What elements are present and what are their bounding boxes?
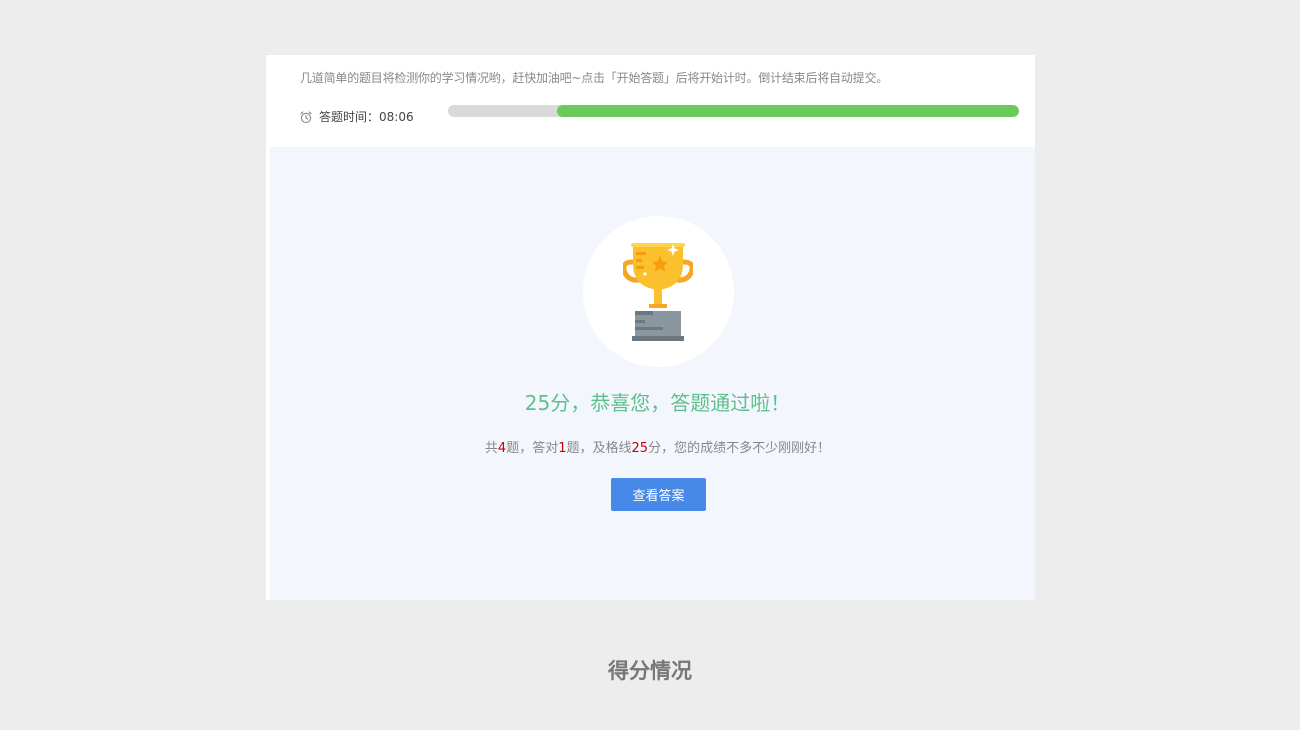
- view-answer-button[interactable]: 查看答案: [611, 478, 706, 511]
- trophy-icon: [623, 243, 693, 341]
- time-progress-bar: [448, 105, 1019, 117]
- detail-text-4: 分，您的成绩不多不少刚刚好！: [648, 441, 831, 456]
- quiz-timer: 答题时间： 08:06: [299, 108, 414, 125]
- timer-label: 答题时间：: [319, 110, 380, 124]
- page-caption: 得分情况: [608, 659, 692, 683]
- detail-text-1: 共: [484, 441, 498, 456]
- result-detail: 共4题，答对1题，及格线25分，您的成绩不多不少刚刚好！: [270, 437, 1045, 456]
- time-progress-fill: [556, 105, 1019, 117]
- result-title: 25分，恭喜您，答题通过啦！: [524, 391, 791, 415]
- detail-text-2: 题，答对: [506, 441, 559, 456]
- detail-text-3: 题，及格线: [566, 441, 632, 456]
- result-panel: 25分，恭喜您，答题通过啦！ 共4题，答对1题，及格线25分，您的成绩不多不少刚…: [270, 147, 1035, 600]
- timer-value: 08:06: [379, 109, 414, 124]
- trophy-badge: [583, 216, 734, 367]
- alarm-clock-icon: [300, 110, 312, 123]
- pass-line: 25: [631, 441, 649, 456]
- quiz-card: 几道简单的题目将检测你的学习情况哟，赶快加油吧~点击「开始答题」后将开始计时。倒…: [266, 55, 1035, 600]
- quiz-intro-text: 几道简单的题目将检测你的学习情况哟，赶快加油吧~点击「开始答题」后将开始计时。倒…: [300, 71, 889, 85]
- correct-count: 1: [558, 441, 567, 456]
- total-count: 4: [497, 441, 507, 456]
